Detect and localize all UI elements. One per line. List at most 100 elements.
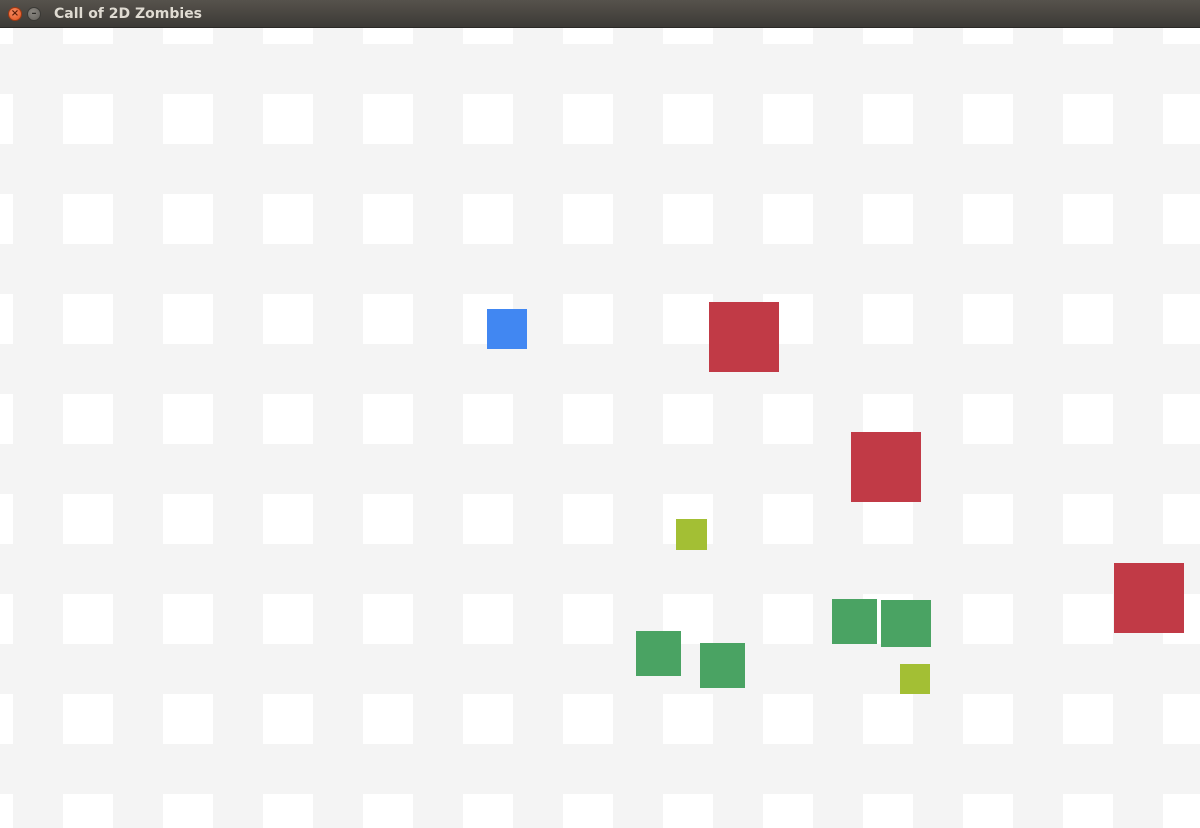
floor-tile xyxy=(963,594,1013,644)
ally xyxy=(636,631,681,676)
window-titlebar[interactable]: × – Call of 2D Zombies xyxy=(0,0,1200,28)
floor-tile xyxy=(0,394,13,444)
floor-tile xyxy=(263,194,313,244)
floor-tile xyxy=(963,194,1013,244)
floor-tile xyxy=(63,28,113,44)
floor-tile xyxy=(463,594,513,644)
floor-tile xyxy=(563,28,613,44)
player xyxy=(487,309,527,349)
floor-tile xyxy=(0,794,13,828)
floor-tile xyxy=(0,594,13,644)
floor-tile xyxy=(1163,194,1200,244)
floor-tile xyxy=(863,194,913,244)
floor-tile xyxy=(363,494,413,544)
floor-tile xyxy=(363,294,413,344)
floor-tile xyxy=(63,694,113,744)
floor-tile xyxy=(663,194,713,244)
floor-tile xyxy=(363,194,413,244)
floor-tile xyxy=(763,94,813,144)
floor-tile xyxy=(1063,194,1113,244)
floor-tile xyxy=(1063,394,1113,444)
floor-tile xyxy=(963,28,1013,44)
zombie xyxy=(709,302,779,372)
floor-tile xyxy=(463,794,513,828)
floor-tile xyxy=(363,794,413,828)
floor-tile xyxy=(663,694,713,744)
floor-tile xyxy=(363,28,413,44)
minimize-window-button[interactable]: – xyxy=(27,7,41,21)
floor-tile xyxy=(763,494,813,544)
floor-tile xyxy=(263,394,313,444)
floor-tile xyxy=(563,794,613,828)
floor-tile xyxy=(763,28,813,44)
window-title: Call of 2D Zombies xyxy=(54,6,203,22)
floor-tile xyxy=(863,294,913,344)
floor-tile xyxy=(763,394,813,444)
floor-tile xyxy=(663,28,713,44)
floor-tile xyxy=(163,794,213,828)
floor-tile xyxy=(963,294,1013,344)
floor-tile xyxy=(0,194,13,244)
floor-tile xyxy=(1163,694,1200,744)
floor-tile xyxy=(1163,794,1200,828)
floor-tile xyxy=(1163,28,1200,44)
floor-tile xyxy=(663,294,713,344)
floor-tile xyxy=(963,494,1013,544)
minimize-icon: – xyxy=(31,8,37,19)
floor-tile xyxy=(163,494,213,544)
floor-tile xyxy=(963,694,1013,744)
game-canvas[interactable] xyxy=(0,28,1200,828)
floor-tile xyxy=(163,294,213,344)
floor-tile xyxy=(0,28,13,44)
floor-tile xyxy=(63,794,113,828)
ally xyxy=(700,643,745,688)
pickup xyxy=(676,519,707,550)
floor-tile xyxy=(163,94,213,144)
floor-tile xyxy=(63,494,113,544)
floor-tile xyxy=(63,394,113,444)
floor-tile xyxy=(363,94,413,144)
floor-tile xyxy=(763,194,813,244)
floor-tile xyxy=(763,794,813,828)
floor-tile xyxy=(1163,394,1200,444)
floor-tile xyxy=(263,294,313,344)
floor-tile xyxy=(763,594,813,644)
floor-tile xyxy=(0,94,13,144)
floor-tile xyxy=(163,694,213,744)
floor-tile xyxy=(363,694,413,744)
floor-tile xyxy=(963,394,1013,444)
floor-tile xyxy=(0,494,13,544)
floor-tile xyxy=(863,94,913,144)
floor-tile xyxy=(1063,94,1113,144)
floor-tile xyxy=(263,494,313,544)
floor-tile xyxy=(1063,294,1113,344)
close-icon: × xyxy=(10,8,20,19)
floor-tile xyxy=(563,694,613,744)
floor-tile xyxy=(263,594,313,644)
floor-tile xyxy=(263,94,313,144)
floor-tile xyxy=(463,394,513,444)
floor-tile xyxy=(663,394,713,444)
floor-tile xyxy=(863,694,913,744)
floor-tile xyxy=(63,194,113,244)
floor-tile xyxy=(363,594,413,644)
floor-tile xyxy=(63,594,113,644)
close-window-button[interactable]: × xyxy=(8,7,22,21)
floor-tile xyxy=(163,594,213,644)
floor-tile xyxy=(463,94,513,144)
floor-tile xyxy=(163,28,213,44)
floor-tile xyxy=(463,28,513,44)
floor-tile xyxy=(563,194,613,244)
floor-tile xyxy=(263,694,313,744)
floor-tile xyxy=(1063,494,1113,544)
floor-tile xyxy=(1063,694,1113,744)
floor-tile xyxy=(63,294,113,344)
floor-tile xyxy=(363,394,413,444)
floor-tile xyxy=(563,94,613,144)
floor-tile xyxy=(0,294,13,344)
floor-tile-grid xyxy=(0,28,1200,828)
floor-tile xyxy=(563,594,613,644)
floor-tile xyxy=(863,794,913,828)
floor-tile xyxy=(0,694,13,744)
floor-tile xyxy=(763,694,813,744)
